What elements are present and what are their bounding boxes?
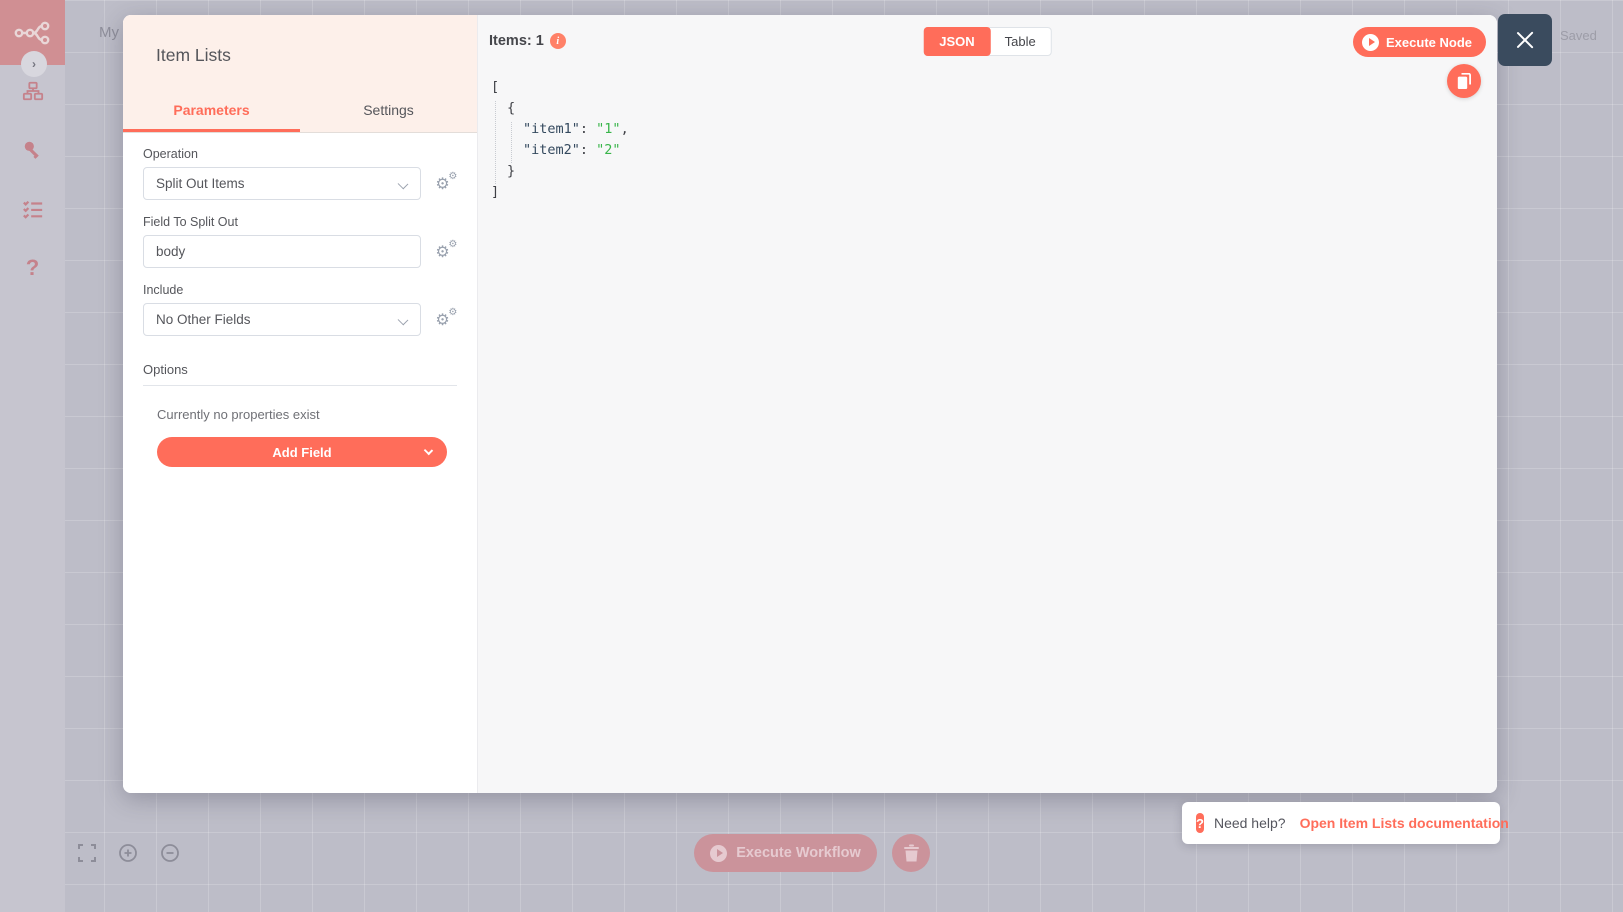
execute-node-button[interactable]: Execute Node — [1353, 27, 1486, 57]
operation-select[interactable]: Split Out Items — [143, 167, 422, 200]
add-field-label: Add Field — [272, 444, 332, 460]
copy-icon — [1457, 72, 1471, 89]
include-label: Include — [143, 283, 184, 297]
copy-to-clipboard-button[interactable] — [1447, 64, 1481, 98]
view-mode-toggle: JSON Table — [923, 27, 1052, 56]
close-button[interactable] — [1498, 14, 1552, 66]
tab-settings[interactable]: Settings — [300, 102, 477, 132]
zoom-to-fit-icon[interactable] — [78, 844, 96, 867]
node-details-modal: Item Lists Parameters Settings Operation… — [123, 15, 1497, 793]
tab-parameters[interactable]: Parameters — [123, 102, 300, 132]
node-tabs: Parameters Settings — [123, 102, 477, 132]
options-empty-text: Currently no properties exist — [157, 407, 320, 422]
help-icon[interactable]: ? — [22, 255, 44, 280]
include-options-gear-icon[interactable] — [435, 307, 457, 330]
help-banner: ? Need help? Open Item Lists documentati… — [1182, 802, 1509, 844]
delete-workflow-button[interactable] — [892, 834, 930, 872]
node-settings-panel: Item Lists Parameters Settings Operation… — [123, 15, 478, 793]
open-documentation-link[interactable]: Open Item Lists documentation — [1300, 815, 1509, 831]
field-to-split-out-input-wrap — [143, 235, 422, 268]
node-header: Item Lists Parameters Settings — [123, 15, 477, 133]
play-icon — [710, 844, 728, 862]
include-select[interactable]: No Other Fields — [143, 303, 422, 336]
zoom-out-icon[interactable] — [160, 843, 180, 868]
play-icon — [1362, 33, 1380, 51]
executions-icon[interactable] — [22, 198, 44, 220]
view-mode-json[interactable]: JSON — [923, 27, 991, 56]
field-to-split-out-label: Field To Split Out — [143, 215, 238, 229]
indent-guide — [495, 101, 496, 184]
options-section-label: Options — [143, 362, 457, 386]
output-data-panel: Items: 1 i JSON Table Execute Node [{"it… — [478, 15, 1497, 793]
include-value: No Other Fields — [156, 312, 251, 327]
json-code[interactable]: [{"item1": "1", "item2": "2"}] — [491, 77, 1437, 203]
items-count-label: Items: 1 — [489, 33, 544, 49]
execute-workflow-label: Execute Workflow — [736, 845, 861, 861]
zoom-in-icon[interactable] — [118, 843, 138, 868]
saved-status: Saved — [1560, 28, 1597, 43]
operation-value: Split Out Items — [156, 176, 245, 191]
n8n-logo-icon — [14, 21, 49, 44]
help-text: Need help? — [1213, 815, 1286, 831]
add-field-button[interactable]: Add Field — [157, 437, 447, 467]
operation-label: Operation — [143, 147, 198, 161]
workflows-icon[interactable] — [22, 80, 44, 102]
help-question-icon: ? — [1196, 813, 1204, 833]
node-title: Item Lists — [156, 45, 231, 65]
indent-guide — [511, 122, 512, 163]
chevron-down-icon — [423, 445, 434, 456]
operation-options-gear-icon[interactable] — [435, 171, 457, 194]
sidebar-collapse-chevron-icon[interactable]: › — [21, 51, 47, 77]
close-icon — [1514, 29, 1536, 51]
view-mode-table[interactable]: Table — [990, 28, 1051, 55]
workflow-title: My — [99, 24, 119, 41]
execute-node-label: Execute Node — [1386, 34, 1472, 50]
execute-workflow-button[interactable]: Execute Workflow — [694, 834, 877, 872]
trash-icon — [903, 844, 919, 862]
credentials-icon[interactable] — [22, 139, 44, 161]
info-icon[interactable]: i — [549, 33, 566, 49]
chevron-down-icon — [397, 178, 409, 190]
field-to-split-out-options-gear-icon[interactable] — [435, 239, 457, 262]
field-to-split-out-input[interactable] — [156, 244, 409, 259]
chevron-down-icon — [397, 314, 409, 326]
app-sidebar: › ? — [0, 0, 65, 912]
